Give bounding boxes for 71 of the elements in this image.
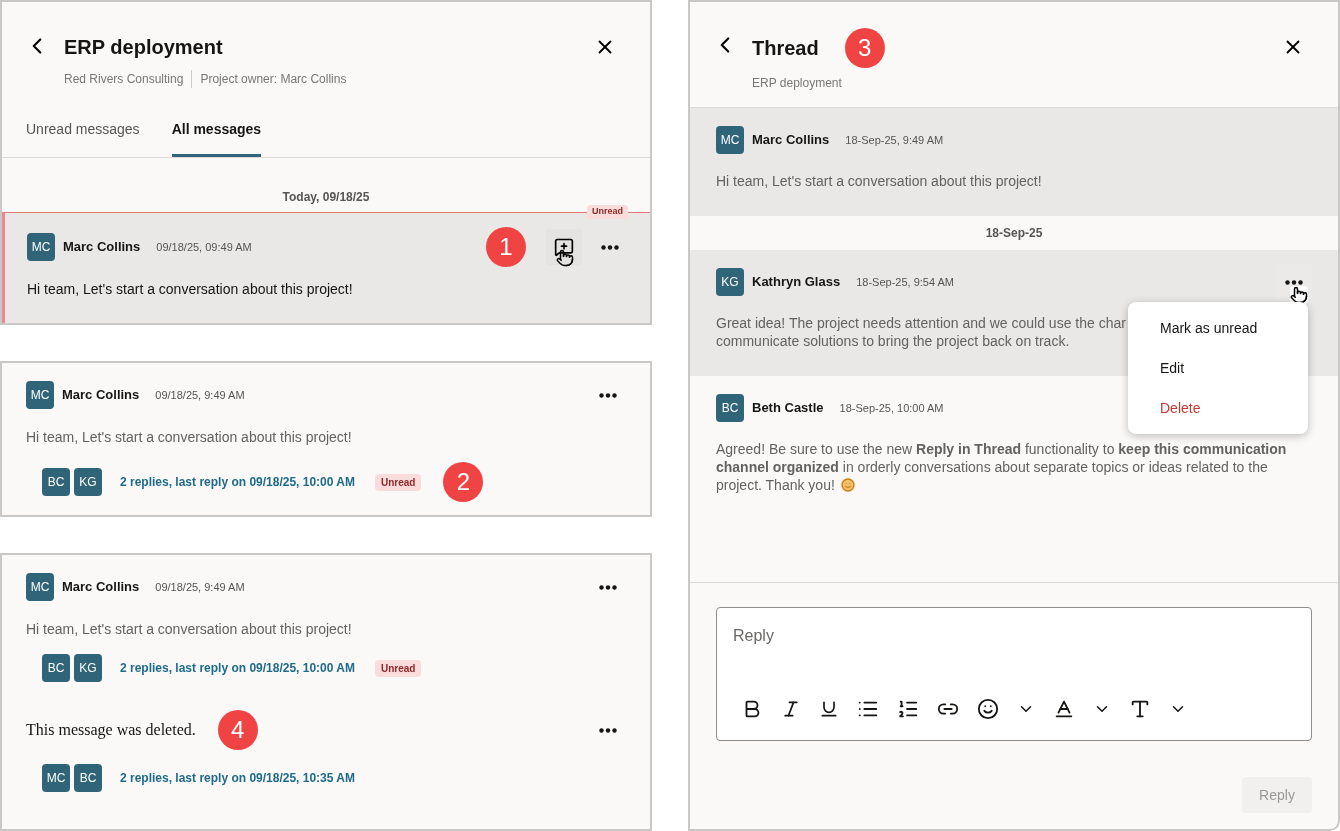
more-icon: [599, 584, 617, 590]
message-time: 18-Sep-25, 10:00 AM: [839, 400, 944, 416]
panel-title: ERP deployment: [64, 35, 224, 60]
author-name: Marc Collins: [752, 131, 830, 150]
panel-title: Thread: [752, 36, 819, 61]
tab[interactable]: All messages: [171, 119, 262, 157]
avatar: BC: [74, 764, 102, 793]
tab[interactable]: Unread messages: [26, 119, 140, 157]
replies-link[interactable]: 2 replies, last reply on 09/18/25, 10:35 AM: [120, 769, 355, 788]
message-time: 09/18/25, 09:49 AM: [156, 239, 252, 255]
menu-item[interactable]: Mark as unread: [1128, 308, 1308, 348]
avatar: MC: [42, 764, 70, 793]
avatar: BC: [716, 394, 744, 422]
message-text: project. Thank you!: [716, 476, 835, 494]
reply-field[interactable]: Reply: [733, 624, 1295, 648]
message-text: Hi team, Let's start a conversation about this project!: [716, 172, 1042, 190]
menu-item[interactable]: Delete: [1128, 388, 1308, 428]
message-time: 18-Sep-25, 9:54 AM: [856, 274, 954, 290]
unread-tag: Unread: [375, 659, 422, 677]
deleted-message-text: This message was deleted.: [26, 720, 196, 741]
italic-icon[interactable]: [781, 699, 801, 719]
author-name: Marc Collins: [63, 238, 141, 257]
avatar: KG: [74, 654, 102, 683]
message-text: Great idea! The project needs attention and we could use the char: [716, 314, 1126, 332]
message-text: Agreed! Be sure to use the new Reply in Thread functionality to keep this communication: [716, 440, 1287, 458]
replies-link[interactable]: 2 replies, last reply on 09/18/25, 10:00 AM: [120, 473, 355, 492]
emoji-icon[interactable]: [977, 698, 999, 720]
message-text: Hi team, Let's start a conversation about this project!: [26, 280, 354, 299]
avatar: KG: [716, 268, 744, 296]
unread-tag: Unread: [375, 473, 422, 491]
avatar: BC: [42, 468, 70, 497]
more-icon: [599, 392, 617, 398]
text-size-icon[interactable]: [1129, 698, 1151, 720]
callout-number: 4: [217, 710, 258, 751]
avatar: MC: [26, 573, 54, 602]
reply-in-thread-button[interactable]: [546, 229, 582, 265]
avatar: MC: [27, 233, 55, 261]
message-text: channel organized in orderly conversations about separate topics or ideas related to the: [716, 458, 1268, 476]
replies-link[interactable]: 2 replies, last reply on 09/18/25, 10:00 AM: [120, 659, 355, 678]
text-color-icon[interactable]: [1053, 698, 1075, 720]
date-divider: 18-Sep-25: [985, 225, 1043, 242]
project-meta: Red Rivers Consulting: [64, 71, 184, 88]
avatar: KG: [74, 468, 102, 497]
message-time: 09/18/25, 9:49 AM: [155, 387, 245, 403]
author-name: Marc Collins: [62, 578, 140, 597]
message-text: Hi team, Let's start a conversation about this project!: [26, 428, 353, 448]
callout-number: 2: [443, 462, 484, 503]
avatar: BC: [42, 654, 70, 683]
more-icon: [599, 727, 617, 733]
underline-icon[interactable]: [819, 699, 839, 719]
menu-item[interactable]: Edit: [1128, 348, 1308, 388]
message-text: communicate solutions to bring the project back on track.: [716, 332, 1070, 350]
callout-number: 1: [486, 227, 526, 267]
message-time: 18-Sep-25, 9:49 AM: [845, 132, 944, 148]
panel-subtitle: ERP deployment: [752, 75, 843, 92]
message-text: Hi team, Let's start a conversation about this project!: [26, 620, 353, 640]
numbered-list-icon[interactable]: [897, 698, 919, 720]
author-name: Kathryn Glass: [752, 273, 841, 292]
more-icon: [601, 244, 619, 250]
hand-cursor-icon: [556, 249, 574, 267]
avatar: MC: [26, 381, 54, 410]
date-divider: Today, 09/18/25: [282, 189, 370, 206]
avatar: MC: [716, 126, 744, 154]
author-name: Marc Collins: [62, 386, 140, 405]
add-comment-icon: [554, 237, 574, 257]
unread-tag: Unread: [587, 205, 628, 219]
project-meta: Project owner: Marc Collins: [191, 70, 347, 88]
more-icon: [1285, 279, 1303, 285]
callout-number: 3: [844, 28, 885, 68]
author-name: Beth Castle: [752, 399, 824, 418]
message-time: 09/18/25, 9:49 AM: [155, 579, 245, 595]
